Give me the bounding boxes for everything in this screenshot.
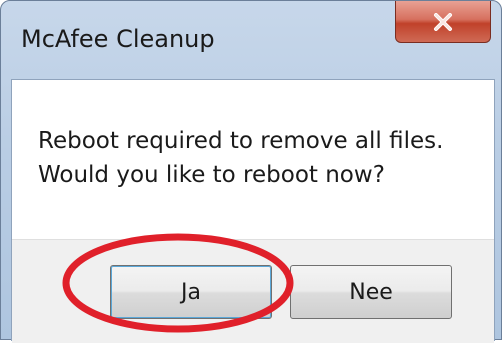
message-line-1: Reboot required to remove all files.	[38, 128, 444, 154]
close-button[interactable]	[395, 1, 491, 43]
message-line-2: Would you like to reboot now?	[38, 162, 385, 188]
dialog-window: McAfee Cleanup Reboot required to remove…	[0, 0, 502, 343]
button-bar: Ja Nee	[12, 239, 494, 343]
yes-button[interactable]: Ja	[110, 265, 272, 319]
title-bar[interactable]: McAfee Cleanup	[1, 1, 501, 79]
dialog-body: Reboot required to remove all files. Wou…	[11, 79, 495, 343]
dialog-message: Reboot required to remove all files. Wou…	[38, 124, 443, 192]
window-title: McAfee Cleanup	[21, 25, 215, 53]
no-button[interactable]: Nee	[290, 265, 452, 319]
close-icon	[434, 12, 452, 31]
